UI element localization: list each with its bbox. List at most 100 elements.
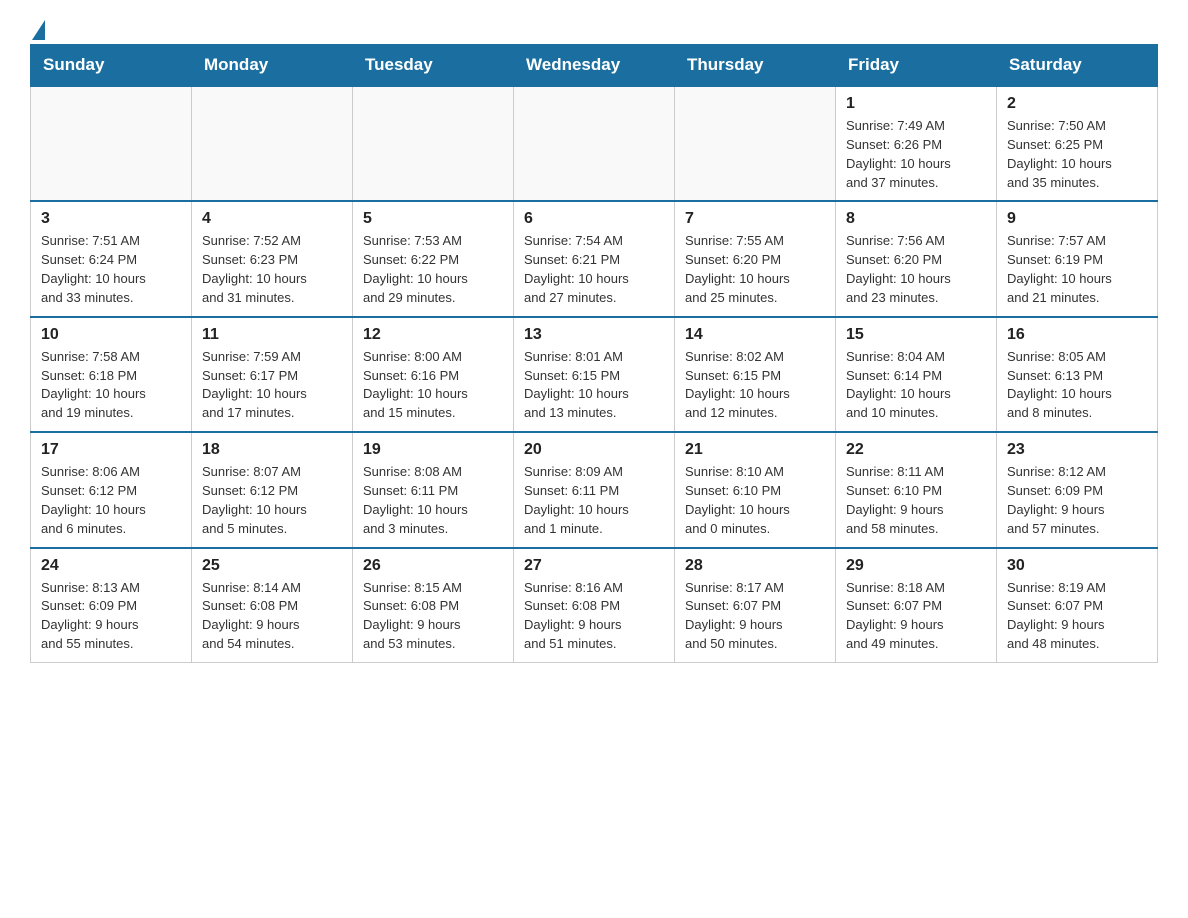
calendar-cell xyxy=(192,86,353,201)
weekday-header-friday: Friday xyxy=(836,45,997,87)
day-number: 6 xyxy=(524,210,664,228)
day-number: 9 xyxy=(1007,210,1147,228)
calendar-cell: 5 Sunrise: 7:53 AM Sunset: 6:22 PM Daylig… xyxy=(353,201,514,316)
calendar-cell: 28 Sunrise: 8:17 AM Sunset: 6:07 PM Dayli… xyxy=(675,548,836,663)
day-number: 7 xyxy=(685,210,825,228)
day-info: Sunrise: 8:01 AM Sunset: 6:15 PM Dayligh… xyxy=(524,348,664,423)
logo-arrow-icon xyxy=(32,20,45,40)
day-number: 1 xyxy=(846,95,986,113)
calendar-cell: 24 Sunrise: 8:13 AM Sunset: 6:09 PM Dayli… xyxy=(31,548,192,663)
day-number: 3 xyxy=(41,210,181,228)
day-number: 8 xyxy=(846,210,986,228)
week-row-1: 1 Sunrise: 7:49 AM Sunset: 6:26 PM Daylig… xyxy=(31,86,1158,201)
week-row-4: 17 Sunrise: 8:06 AM Sunset: 6:12 PM Dayli… xyxy=(31,432,1158,547)
calendar-cell: 22 Sunrise: 8:11 AM Sunset: 6:10 PM Dayli… xyxy=(836,432,997,547)
day-number: 11 xyxy=(202,326,342,344)
week-row-2: 3Sunrise: 7:51 AM Sunset: 6:24 PM Daylig… xyxy=(31,201,1158,316)
day-info: Sunrise: 8:07 AM Sunset: 6:12 PM Dayligh… xyxy=(202,463,342,538)
day-info: Sunrise: 8:09 AM Sunset: 6:11 PM Dayligh… xyxy=(524,463,664,538)
day-info: Sunrise: 7:59 AM Sunset: 6:17 PM Dayligh… xyxy=(202,348,342,423)
day-number: 24 xyxy=(41,557,181,575)
calendar-cell: 29 Sunrise: 8:18 AM Sunset: 6:07 PM Dayli… xyxy=(836,548,997,663)
day-info: Sunrise: 8:13 AM Sunset: 6:09 PM Dayligh… xyxy=(41,579,181,654)
week-row-5: 24 Sunrise: 8:13 AM Sunset: 6:09 PM Dayli… xyxy=(31,548,1158,663)
weekday-header-saturday: Saturday xyxy=(997,45,1158,87)
calendar-cell: 3Sunrise: 7:51 AM Sunset: 6:24 PM Daylig… xyxy=(31,201,192,316)
day-info: Sunrise: 8:12 AM Sunset: 6:09 PM Dayligh… xyxy=(1007,463,1147,538)
day-number: 29 xyxy=(846,557,986,575)
day-number: 28 xyxy=(685,557,825,575)
day-info: Sunrise: 8:06 AM Sunset: 6:12 PM Dayligh… xyxy=(41,463,181,538)
day-info: Sunrise: 7:50 AM Sunset: 6:25 PM Dayligh… xyxy=(1007,117,1147,192)
day-number: 18 xyxy=(202,441,342,459)
day-info: Sunrise: 8:04 AM Sunset: 6:14 PM Dayligh… xyxy=(846,348,986,423)
day-number: 22 xyxy=(846,441,986,459)
calendar-cell: 12Sunrise: 8:00 AM Sunset: 6:16 PM Dayli… xyxy=(353,317,514,432)
calendar-table: SundayMondayTuesdayWednesdayThursdayFrid… xyxy=(30,44,1158,663)
calendar-cell: 13 Sunrise: 8:01 AM Sunset: 6:15 PM Dayli… xyxy=(514,317,675,432)
day-info: Sunrise: 8:10 AM Sunset: 6:10 PM Dayligh… xyxy=(685,463,825,538)
day-number: 20 xyxy=(524,441,664,459)
weekday-header-row: SundayMondayTuesdayWednesdayThursdayFrid… xyxy=(31,45,1158,87)
calendar-cell: 15 Sunrise: 8:04 AM Sunset: 6:14 PM Dayli… xyxy=(836,317,997,432)
day-info: Sunrise: 7:49 AM Sunset: 6:26 PM Dayligh… xyxy=(846,117,986,192)
calendar-cell: 23Sunrise: 8:12 AM Sunset: 6:09 PM Dayli… xyxy=(997,432,1158,547)
calendar-cell: 1 Sunrise: 7:49 AM Sunset: 6:26 PM Daylig… xyxy=(836,86,997,201)
calendar-cell xyxy=(675,86,836,201)
weekday-header-monday: Monday xyxy=(192,45,353,87)
day-info: Sunrise: 7:53 AM Sunset: 6:22 PM Dayligh… xyxy=(363,232,503,307)
weekday-header-wednesday: Wednesday xyxy=(514,45,675,87)
day-number: 10 xyxy=(41,326,181,344)
calendar-cell: 30 Sunrise: 8:19 AM Sunset: 6:07 PM Dayli… xyxy=(997,548,1158,663)
day-number: 4 xyxy=(202,210,342,228)
day-info: Sunrise: 8:08 AM Sunset: 6:11 PM Dayligh… xyxy=(363,463,503,538)
calendar-cell: 4 Sunrise: 7:52 AM Sunset: 6:23 PM Daylig… xyxy=(192,201,353,316)
day-info: Sunrise: 7:56 AM Sunset: 6:20 PM Dayligh… xyxy=(846,232,986,307)
day-info: Sunrise: 7:54 AM Sunset: 6:21 PM Dayligh… xyxy=(524,232,664,307)
day-number: 27 xyxy=(524,557,664,575)
calendar-cell: 10 Sunrise: 7:58 AM Sunset: 6:18 PM Dayli… xyxy=(31,317,192,432)
day-info: Sunrise: 8:19 AM Sunset: 6:07 PM Dayligh… xyxy=(1007,579,1147,654)
calendar-cell xyxy=(31,86,192,201)
calendar-cell: 25Sunrise: 8:14 AM Sunset: 6:08 PM Dayli… xyxy=(192,548,353,663)
day-number: 12 xyxy=(363,326,503,344)
day-number: 2 xyxy=(1007,95,1147,113)
day-info: Sunrise: 8:17 AM Sunset: 6:07 PM Dayligh… xyxy=(685,579,825,654)
day-number: 17 xyxy=(41,441,181,459)
calendar-cell: 27 Sunrise: 8:16 AM Sunset: 6:08 PM Dayli… xyxy=(514,548,675,663)
day-number: 30 xyxy=(1007,557,1147,575)
weekday-header-tuesday: Tuesday xyxy=(353,45,514,87)
calendar-cell: 16Sunrise: 8:05 AM Sunset: 6:13 PM Dayli… xyxy=(997,317,1158,432)
day-info: Sunrise: 8:16 AM Sunset: 6:08 PM Dayligh… xyxy=(524,579,664,654)
day-number: 25 xyxy=(202,557,342,575)
calendar-cell: 18 Sunrise: 8:07 AM Sunset: 6:12 PM Dayli… xyxy=(192,432,353,547)
weekday-header-sunday: Sunday xyxy=(31,45,192,87)
calendar-cell: 2 Sunrise: 7:50 AM Sunset: 6:25 PM Daylig… xyxy=(997,86,1158,201)
day-info: Sunrise: 8:18 AM Sunset: 6:07 PM Dayligh… xyxy=(846,579,986,654)
day-info: Sunrise: 8:02 AM Sunset: 6:15 PM Dayligh… xyxy=(685,348,825,423)
day-info: Sunrise: 7:58 AM Sunset: 6:18 PM Dayligh… xyxy=(41,348,181,423)
calendar-cell: 6 Sunrise: 7:54 AM Sunset: 6:21 PM Daylig… xyxy=(514,201,675,316)
calendar-cell: 8 Sunrise: 7:56 AM Sunset: 6:20 PM Daylig… xyxy=(836,201,997,316)
day-info: Sunrise: 8:11 AM Sunset: 6:10 PM Dayligh… xyxy=(846,463,986,538)
calendar-cell: 14Sunrise: 8:02 AM Sunset: 6:15 PM Dayli… xyxy=(675,317,836,432)
calendar-cell xyxy=(353,86,514,201)
day-number: 21 xyxy=(685,441,825,459)
day-number: 5 xyxy=(363,210,503,228)
day-info: Sunrise: 8:05 AM Sunset: 6:13 PM Dayligh… xyxy=(1007,348,1147,423)
day-info: Sunrise: 8:15 AM Sunset: 6:08 PM Dayligh… xyxy=(363,579,503,654)
day-number: 13 xyxy=(524,326,664,344)
day-info: Sunrise: 7:57 AM Sunset: 6:19 PM Dayligh… xyxy=(1007,232,1147,307)
week-row-3: 10 Sunrise: 7:58 AM Sunset: 6:18 PM Dayli… xyxy=(31,317,1158,432)
calendar-cell: 11 Sunrise: 7:59 AM Sunset: 6:17 PM Dayli… xyxy=(192,317,353,432)
day-number: 19 xyxy=(363,441,503,459)
calendar-cell: 9 Sunrise: 7:57 AM Sunset: 6:19 PM Daylig… xyxy=(997,201,1158,316)
day-number: 15 xyxy=(846,326,986,344)
day-info: Sunrise: 7:55 AM Sunset: 6:20 PM Dayligh… xyxy=(685,232,825,307)
calendar-cell xyxy=(514,86,675,201)
day-info: Sunrise: 7:52 AM Sunset: 6:23 PM Dayligh… xyxy=(202,232,342,307)
calendar-cell: 17 Sunrise: 8:06 AM Sunset: 6:12 PM Dayli… xyxy=(31,432,192,547)
calendar-cell: 26Sunrise: 8:15 AM Sunset: 6:08 PM Dayli… xyxy=(353,548,514,663)
calendar-cell: 19 Sunrise: 8:08 AM Sunset: 6:11 PM Dayli… xyxy=(353,432,514,547)
calendar-cell: 20 Sunrise: 8:09 AM Sunset: 6:11 PM Dayli… xyxy=(514,432,675,547)
